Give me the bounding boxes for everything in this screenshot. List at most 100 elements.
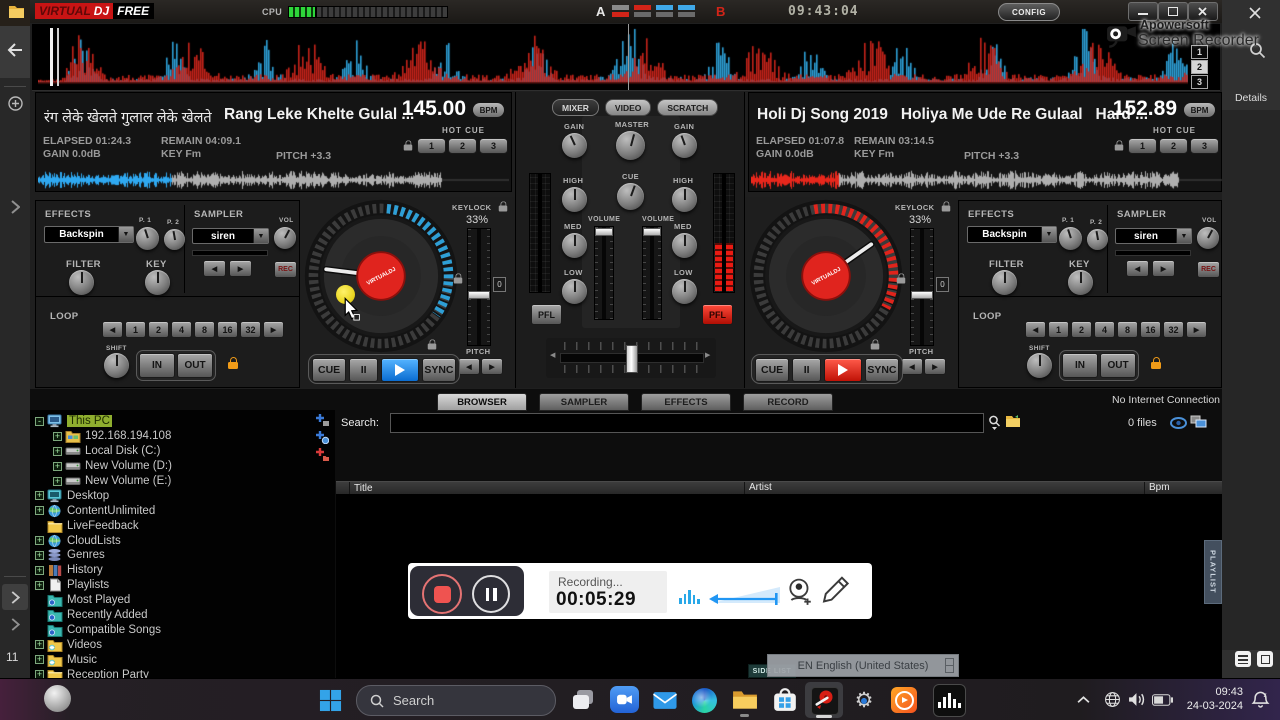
expand-toggle[interactable]: +: [35, 655, 44, 665]
settings-button[interactable]: ⚙: [851, 687, 877, 713]
volume-fader-a[interactable]: [594, 226, 614, 320]
position-widget[interactable]: [612, 5, 629, 17]
details-button[interactable]: Details: [1222, 92, 1280, 104]
edge-browser-button[interactable]: [691, 687, 717, 713]
tree-item[interactable]: + CloudLists: [30, 533, 335, 548]
expand-toggle[interactable]: +: [53, 476, 62, 486]
loop-double-button[interactable]: ▶: [263, 321, 284, 338]
loop-length-button[interactable]: 16: [217, 321, 238, 338]
chevron-right-icon[interactable]: [11, 618, 20, 631]
waveform-zoom-button[interactable]: 2: [1191, 60, 1208, 74]
fx-param2-knob[interactable]: [164, 229, 185, 250]
pause-button[interactable]: II: [349, 358, 379, 382]
sync-button[interactable]: SYNC: [864, 358, 900, 382]
taskbar-clock[interactable]: 09:43 24-03-2024: [1183, 686, 1243, 714]
tree-item[interactable]: + Videos: [30, 637, 335, 652]
taskbar-search-box[interactable]: Search: [356, 685, 556, 716]
volume-fader-b-handle[interactable]: [643, 228, 661, 236]
pitch-fader[interactable]: [910, 228, 934, 346]
stop-recording-button[interactable]: [422, 574, 462, 614]
pitch-fader-handle[interactable]: [468, 291, 490, 299]
filter-knob[interactable]: [69, 270, 94, 295]
volume-slider[interactable]: [706, 585, 784, 607]
expand-toggle[interactable]: +: [35, 565, 44, 575]
battery-icon[interactable]: [1152, 694, 1173, 706]
gain-knob-a[interactable]: [562, 133, 587, 158]
high-knob-a[interactable]: [562, 187, 587, 212]
sample-next-button[interactable]: ▶: [229, 260, 252, 277]
med-knob-b[interactable]: [672, 233, 697, 258]
column-title[interactable]: Title: [350, 483, 744, 494]
expand-toggle[interactable]: +: [35, 580, 44, 590]
deck-b-track-waveform[interactable]: [751, 170, 1222, 190]
ms-store-button[interactable]: [771, 686, 798, 713]
effect-select[interactable]: Backspin ▼: [44, 226, 134, 243]
filter-knob[interactable]: [992, 270, 1017, 295]
pause-button[interactable]: II: [792, 358, 822, 382]
play-button[interactable]: [824, 358, 862, 382]
sample-rec-button[interactable]: REC: [1197, 261, 1220, 278]
tree-item[interactable]: LiveFeedback: [30, 518, 335, 533]
loop-shift-knob[interactable]: [1027, 353, 1052, 378]
hot-cue-button[interactable]: 1: [417, 138, 446, 154]
sync-button[interactable]: SYNC: [421, 358, 457, 382]
back-arrow-icon[interactable]: [7, 43, 23, 57]
expand-toggle[interactable]: +: [53, 446, 62, 456]
sample-rec-button[interactable]: REC: [274, 261, 297, 278]
loop-length-button[interactable]: 2: [1071, 321, 1092, 338]
tree-item[interactable]: + Desktop: [30, 488, 335, 503]
tree-item[interactable]: + New Volume (E:): [30, 474, 335, 489]
pitch-bend-up-button[interactable]: ▶: [924, 358, 946, 375]
tree-item-label[interactable]: Genres: [67, 549, 105, 561]
loop-length-button[interactable]: 4: [1094, 321, 1115, 338]
jog-wheel[interactable]: VIRTUALDJ: [747, 197, 905, 355]
browser-panel-tab[interactable]: BROWSER: [437, 393, 527, 411]
lock-icon[interactable]: [453, 273, 463, 284]
notification-bell-icon[interactable]: z: [1251, 690, 1270, 709]
fx-param1-knob[interactable]: [1059, 227, 1082, 250]
key-knob[interactable]: [145, 270, 170, 295]
loop-length-button[interactable]: 32: [240, 321, 261, 338]
tree-item-label[interactable]: History: [67, 564, 103, 576]
add-computer-icon[interactable]: [316, 414, 329, 427]
pause-recording-button[interactable]: [472, 575, 510, 613]
loop-length-button[interactable]: 32: [1163, 321, 1184, 338]
sample-next-button[interactable]: ▶: [1152, 260, 1175, 277]
lock-icon[interactable]: [1114, 140, 1124, 151]
loop-half-button[interactable]: ◀: [102, 321, 123, 338]
crossfader-handle[interactable]: [626, 345, 638, 373]
sampler-volume-knob[interactable]: [274, 227, 296, 249]
sample-select[interactable]: siren ▼: [1115, 228, 1192, 244]
loop-in-button[interactable]: IN: [1062, 353, 1098, 378]
loop-in-button[interactable]: IN: [139, 353, 175, 378]
add-circle-icon[interactable]: [8, 96, 23, 111]
fx-param1-knob[interactable]: [136, 227, 159, 250]
play-button[interactable]: [381, 358, 419, 382]
chat-button[interactable]: [610, 686, 639, 713]
expand-panel-button[interactable]: [2, 584, 28, 610]
tree-item[interactable]: + Genres: [30, 548, 335, 563]
browser-panel-tab[interactable]: RECORD: [743, 393, 833, 411]
hot-cue-button[interactable]: 3: [1190, 138, 1219, 154]
browser-panel-tab[interactable]: EFFECTS: [641, 393, 731, 411]
annotate-pencil-icon[interactable]: [820, 575, 850, 607]
expand-toggle[interactable]: +: [53, 431, 62, 441]
tree-item[interactable]: + Playlists: [30, 578, 335, 593]
pitch-bend-down-button[interactable]: ◀: [458, 358, 480, 375]
tree-item-label[interactable]: ContentUnlimited: [67, 505, 155, 517]
network-globe-icon[interactable]: [1104, 691, 1121, 708]
tree-item-label[interactable]: Videos: [67, 639, 102, 651]
mixer-view-tab[interactable]: MIXER: [552, 99, 599, 116]
lock-icon[interactable]: [427, 339, 437, 350]
pitch-fader[interactable]: [467, 228, 491, 346]
tree-item[interactable]: +192.168.194.108: [30, 429, 335, 444]
langbar-options-icon[interactable]: [945, 665, 954, 673]
pitch-reset-button[interactable]: 0: [493, 277, 506, 292]
add-cloud-icon[interactable]: [316, 431, 329, 444]
pfl-button-b[interactable]: PFL: [702, 304, 733, 325]
language-bar[interactable]: EN English (United States): [767, 654, 959, 677]
crossfader-right-arrow[interactable]: ▶: [705, 351, 710, 359]
bpm-badge[interactable]: BPM: [473, 103, 504, 117]
volume-fader-a-handle[interactable]: [595, 228, 613, 236]
tree-item[interactable]: + Music: [30, 652, 335, 667]
